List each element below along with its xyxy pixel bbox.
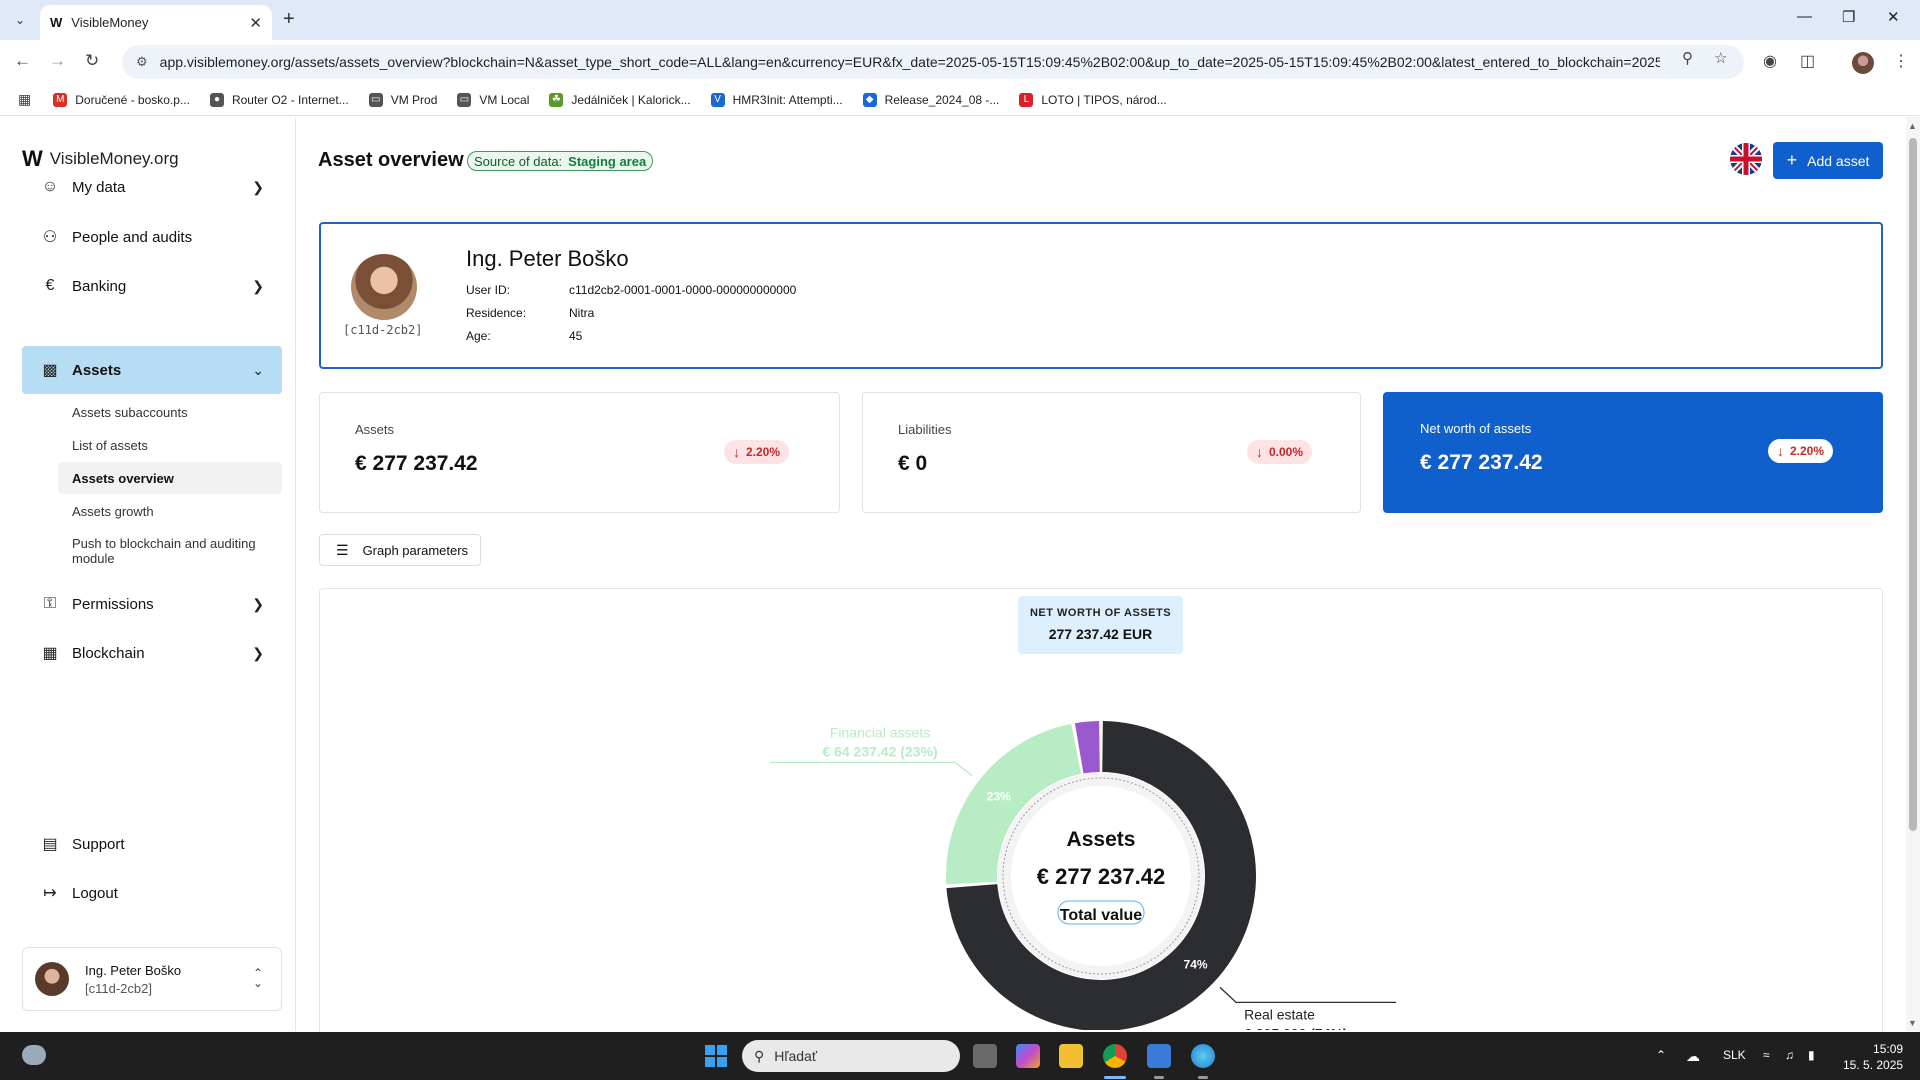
slice-value-label: € 64 237.42 (23%) <box>822 743 937 759</box>
onedrive-icon[interactable]: ☁ <box>1686 1048 1700 1065</box>
slice-name-label: Financial assets <box>830 724 930 740</box>
scroll-up-icon[interactable]: ▲ <box>1908 121 1917 131</box>
slice-percent-label: 74% <box>1184 957 1208 971</box>
battery-icon[interactable]: ▮ <box>1808 1048 1815 1062</box>
taskbar-search-placeholder: Hľadať <box>774 1048 818 1064</box>
running-app-indicator <box>1198 1076 1208 1079</box>
page-scrollbar-thumb[interactable] <box>1909 138 1917 831</box>
start-button[interactable] <box>705 1045 727 1067</box>
windows-taskbar: ⚲ Hľadať ⌃ ☁ SLK ≈ ♫ ▮ 15:09 15. 5. 2025 <box>0 1032 1920 1080</box>
slice-percent-label: 23% <box>987 789 1011 803</box>
task-view-icon[interactable] <box>973 1044 997 1068</box>
clock-date: 15. 5. 2025 <box>1843 1058 1904 1072</box>
scroll-down-icon[interactable]: ▼ <box>1908 1018 1917 1028</box>
globe-app-icon[interactable] <box>1191 1044 1215 1068</box>
donut-center-value: € 277 237.42 <box>1037 864 1165 889</box>
show-hidden-icons-icon[interactable]: ⌃ <box>1656 1048 1666 1062</box>
slice-leader-line <box>770 761 973 777</box>
chrome-icon[interactable] <box>1103 1044 1127 1068</box>
slice-leader-line <box>1219 986 1397 1004</box>
taskbar-clock[interactable]: 15:09 15. 5. 2025 <box>1843 1041 1903 1073</box>
assets-donut-chart: Assets € 277 237.42 Total value 74% Real … <box>770 721 1397 1030</box>
slice-name-label: Real estate <box>1244 1006 1315 1022</box>
taskbar-search[interactable]: ⚲ Hľadať <box>742 1040 960 1072</box>
running-app-indicator <box>1154 1076 1164 1079</box>
slice-value-label: € 205 000 (74%) <box>1244 1025 1348 1030</box>
active-app-indicator <box>1104 1076 1126 1079</box>
wifi-icon[interactable]: ≈ <box>1763 1048 1770 1062</box>
copilot-icon[interactable] <box>1016 1044 1040 1068</box>
input-language[interactable]: SLK <box>1723 1048 1746 1062</box>
file-explorer-icon[interactable] <box>1059 1044 1083 1068</box>
notepad-icon[interactable] <box>1147 1044 1171 1068</box>
search-icon: ⚲ <box>754 1047 765 1064</box>
donut-center-caption: Total value <box>1060 907 1142 924</box>
clock-time: 15:09 <box>1873 1042 1904 1056</box>
volume-icon[interactable]: ♫ <box>1785 1048 1794 1062</box>
donut-center-title: Assets <box>1067 828 1136 851</box>
weather-widget-icon[interactable] <box>22 1045 46 1065</box>
